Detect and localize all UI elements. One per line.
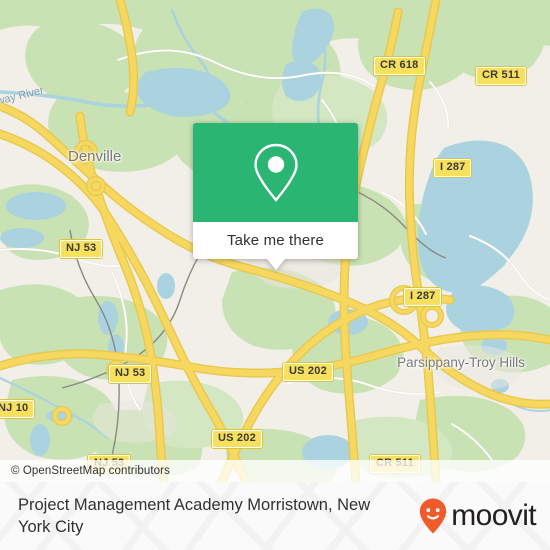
road-shield: US 202	[283, 363, 333, 381]
screenshot-root: .land{fill:#f2efe9} .forest{fill:#c9e2b3…	[0, 0, 550, 550]
map-callout-card[interactable]: Take me there	[193, 123, 358, 270]
footer-bar: Project Management Academy Morristown, N…	[0, 482, 550, 550]
callout-pointer-tail	[266, 259, 285, 270]
osm-attribution-text: © OpenStreetMap contributors	[11, 465, 170, 477]
callout-cta[interactable]: Take me there	[193, 222, 358, 270]
moovit-pin-icon	[420, 498, 447, 534]
road-shield: NJ 53	[60, 240, 103, 258]
map-place-label-parsippany: Parsippany-Troy Hills	[397, 355, 525, 370]
moovit-logo[interactable]: moovit	[418, 497, 537, 535]
moovit-wordmark: moovit	[451, 499, 536, 532]
page-title: Project Management Academy Morristown, N…	[18, 496, 371, 536]
road-shield: I 287	[434, 159, 472, 177]
road-shield: CR 511	[476, 67, 526, 85]
road-shield: NJ 53	[109, 365, 152, 383]
map-attribution[interactable]: © OpenStreetMap contributors	[0, 460, 550, 482]
map-pin-icon	[253, 143, 298, 202]
road-shield: I 287	[404, 288, 442, 306]
callout-icon-area	[193, 123, 358, 222]
road-shield: CR 618	[374, 57, 425, 75]
road-shield: US 202	[212, 430, 262, 448]
map-place-label-denville: Denville	[68, 148, 122, 165]
take-me-there-label: Take me there	[227, 232, 324, 249]
road-shield: NJ 10	[0, 400, 35, 418]
